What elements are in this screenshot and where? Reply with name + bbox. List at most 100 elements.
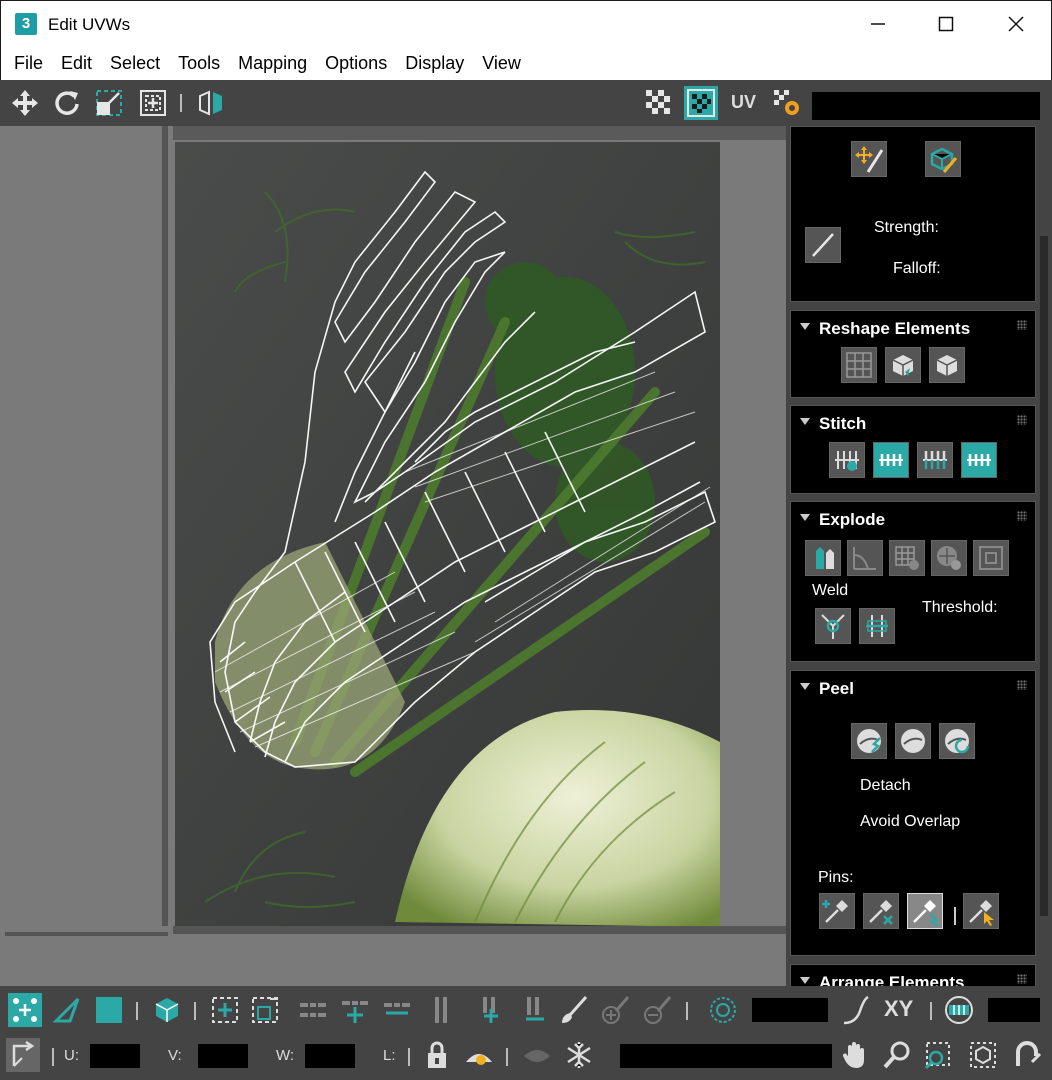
collapse-arrow-icon[interactable] [800, 323, 810, 330]
falloff-edge-button[interactable] [942, 993, 976, 1027]
paint-shrink-button[interactable] [640, 993, 674, 1027]
uv-label[interactable]: UV [731, 92, 756, 113]
paint-move-button[interactable] [851, 141, 887, 177]
weld-selected-button[interactable] [815, 608, 851, 644]
pin-add-button[interactable] [819, 893, 855, 929]
minimize-button[interactable] [843, 1, 913, 47]
menu-select[interactable]: Select [101, 53, 169, 74]
rotate-button[interactable] [50, 86, 84, 120]
w-field[interactable] [305, 1044, 355, 1068]
collapse-arrow-icon[interactable] [800, 418, 810, 425]
pelt-map-button[interactable] [895, 723, 931, 759]
menu-tools[interactable]: Tools [169, 53, 229, 74]
unhide-button[interactable] [520, 1038, 554, 1072]
pan-button[interactable] [838, 1038, 872, 1072]
maximize-button[interactable] [911, 1, 981, 47]
ring-shrink-button[interactable] [518, 993, 552, 1027]
explode-title[interactable]: Explode [819, 510, 885, 530]
checker-pattern-button[interactable] [642, 86, 676, 120]
hide-button[interactable] [462, 1038, 496, 1072]
relax-button[interactable] [885, 347, 921, 383]
relax-options-button[interactable] [929, 347, 965, 383]
texture-image[interactable] [175, 142, 720, 927]
stitch-average-button[interactable] [917, 442, 953, 478]
edge-distance-field[interactable] [988, 998, 1040, 1022]
brush-button[interactable] [805, 227, 841, 263]
mirror-button[interactable] [194, 86, 228, 120]
snap-button[interactable] [1010, 1038, 1044, 1072]
loop-shrink-button[interactable] [380, 993, 414, 1027]
pin-auto-button[interactable] [907, 893, 943, 929]
collapse-arrow-icon[interactable] [800, 514, 810, 521]
stitch-custom-button[interactable] [829, 442, 865, 478]
loop-grow-button[interactable] [338, 993, 372, 1027]
element-mode-button[interactable] [150, 993, 184, 1027]
move-button[interactable] [8, 86, 42, 120]
soft-selection-button[interactable] [706, 993, 740, 1027]
shrink-selection-button[interactable] [248, 993, 282, 1027]
edge-mode-button[interactable] [50, 993, 84, 1027]
menu-mapping[interactable]: Mapping [229, 53, 316, 74]
ring-grow-button[interactable] [474, 993, 508, 1027]
reset-peel-button[interactable] [939, 723, 975, 759]
drag-grip-icon[interactable] [1017, 320, 1027, 330]
u-field[interactable] [90, 1044, 140, 1068]
falloff-space-xy[interactable]: XY [884, 996, 913, 1022]
menu-edit[interactable]: Edit [52, 53, 101, 74]
flatten-by-angle-button[interactable] [847, 540, 883, 576]
quick-peel-button[interactable] [851, 723, 887, 759]
falloff-value-field[interactable] [752, 998, 828, 1022]
stitch-title[interactable]: Stitch [819, 414, 866, 434]
vertex-mode-button[interactable] [8, 993, 42, 1027]
avoid-overlap-label[interactable]: Avoid Overlap [860, 813, 960, 831]
collapse-arrow-icon[interactable] [800, 683, 810, 690]
selection-set-dropdown[interactable] [620, 1044, 832, 1068]
relax-brush-button[interactable] [925, 141, 961, 177]
collapse-arrow-icon[interactable] [800, 977, 810, 984]
stitch-to-target-button[interactable] [873, 442, 909, 478]
pin-select-button[interactable] [963, 893, 999, 929]
checker-map-button[interactable] [684, 86, 718, 120]
detach-label[interactable]: Detach [860, 777, 911, 795]
explode-button[interactable] [805, 540, 841, 576]
uv-viewport[interactable] [168, 126, 786, 986]
freeze-button[interactable] [562, 1038, 596, 1072]
lock-selection-button[interactable] [420, 1038, 454, 1072]
falloff-curve-button[interactable] [838, 993, 872, 1027]
loop-button[interactable] [296, 993, 330, 1027]
absolute-offset-button[interactable] [6, 1038, 40, 1072]
flatten-by-smoothing-button[interactable] [973, 540, 1009, 576]
freeform-button[interactable] [136, 86, 170, 120]
uv-settings-button[interactable] [770, 86, 804, 120]
paint-grow-button[interactable] [598, 993, 632, 1027]
zoom-button[interactable] [880, 1038, 914, 1072]
paint-select-button[interactable] [556, 993, 590, 1027]
drag-grip-icon[interactable] [1017, 415, 1027, 425]
stitch-to-source-button[interactable] [961, 442, 997, 478]
weld-target-button[interactable] [859, 608, 895, 644]
zoom-extents-button[interactable] [966, 1038, 1000, 1072]
face-mode-button[interactable] [92, 993, 126, 1027]
menu-file[interactable]: File [5, 53, 52, 74]
ring-button[interactable] [426, 993, 460, 1027]
v-field[interactable] [198, 1044, 248, 1068]
menu-options[interactable]: Options [316, 53, 396, 74]
straighten-button[interactable] [841, 347, 877, 383]
scale-button[interactable] [92, 86, 126, 120]
reshape-elements-title[interactable]: Reshape Elements [819, 319, 970, 339]
flatten-by-material-button[interactable] [931, 540, 967, 576]
peel-title[interactable]: Peel [819, 679, 854, 699]
flatten-by-polygon-button[interactable] [889, 540, 925, 576]
panel-scrollbar[interactable] [1040, 236, 1048, 916]
pin-remove-button[interactable] [863, 893, 899, 929]
close-button[interactable] [981, 1, 1051, 47]
grow-selection-button[interactable] [208, 993, 242, 1027]
drag-grip-icon[interactable] [1017, 680, 1027, 690]
texture-dropdown[interactable] [812, 92, 1040, 120]
zoom-region-button[interactable] [922, 1038, 956, 1072]
menu-display[interactable]: Display [396, 53, 473, 74]
drag-grip-icon[interactable] [1017, 511, 1027, 521]
menu-view[interactable]: View [473, 53, 530, 74]
drag-grip-icon[interactable] [1017, 974, 1027, 984]
arrange-elements-title[interactable]: Arrange Elements [819, 973, 965, 986]
